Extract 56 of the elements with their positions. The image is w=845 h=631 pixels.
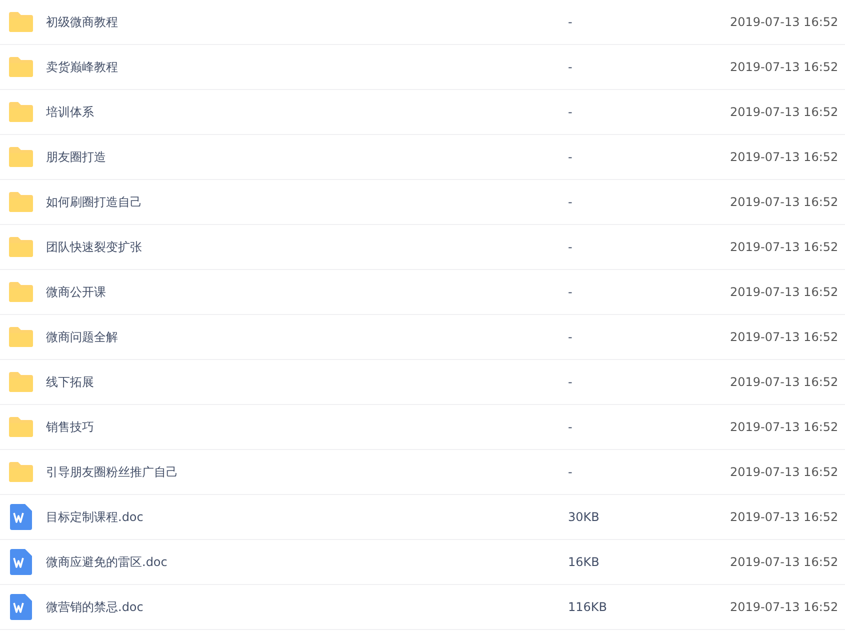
file-size: 116KB	[568, 600, 608, 614]
file-size: -	[568, 195, 572, 209]
file-name[interactable]: 卖货巅峰教程	[46, 60, 118, 74]
modified-date: 2019-07-13 16:52	[730, 15, 838, 29]
file-name[interactable]: 微商问题全解	[46, 330, 118, 344]
modified-date: 2019-07-13 16:52	[730, 240, 838, 254]
file-name[interactable]: 微商公开课	[46, 284, 106, 298]
folder-icon	[8, 326, 34, 348]
modified-date: 2019-07-13 16:52	[730, 105, 838, 119]
modified-date: 2019-07-13 16:52	[730, 465, 838, 479]
file-name[interactable]: 培训体系	[46, 104, 94, 118]
file-size: -	[568, 330, 572, 344]
file-name[interactable]: 初级微商教程	[46, 14, 118, 28]
folder-icon	[8, 101, 34, 123]
file-name[interactable]: 线下拓展	[46, 374, 94, 388]
file-size: -	[568, 60, 572, 74]
file-size: 16KB	[568, 555, 600, 569]
file-name[interactable]: 微营销的禁忌.doc	[46, 600, 144, 614]
modified-date: 2019-07-13 16:52	[730, 60, 838, 74]
file-size: -	[568, 420, 572, 434]
word-document-icon	[10, 549, 32, 575]
folder-icon	[8, 56, 34, 78]
file-name[interactable]: 团队快速裂变扩张	[46, 240, 142, 254]
folder-icon	[8, 416, 34, 438]
folder-icon	[8, 461, 34, 483]
file-name[interactable]: 如何刷圈打造自己	[46, 194, 142, 208]
word-document-icon	[10, 594, 32, 620]
word-document-icon	[10, 504, 32, 530]
folder-icon	[8, 281, 34, 303]
folder-icon	[8, 11, 34, 33]
modified-date: 2019-07-13 16:52	[730, 375, 838, 389]
file-name[interactable]: 引导朋友圈粉丝推广自己	[46, 464, 178, 478]
modified-date: 2019-07-13 16:52	[730, 285, 838, 299]
modified-date: 2019-07-13 16:52	[730, 420, 838, 434]
modified-date: 2019-07-13 16:52	[730, 150, 838, 164]
modified-date: 2019-07-13 16:52	[730, 195, 838, 209]
file-size: -	[568, 375, 572, 389]
file-name[interactable]: 销售技巧	[46, 420, 94, 434]
file-size: -	[568, 15, 572, 29]
file-size: -	[568, 150, 572, 164]
folder-icon	[8, 191, 34, 213]
file-size: 30KB	[568, 510, 600, 524]
folder-icon	[8, 146, 34, 168]
modified-date: 2019-07-13 16:52	[730, 510, 838, 524]
modified-date: 2019-07-13 16:52	[730, 600, 838, 614]
file-size: -	[568, 465, 572, 479]
file-size: -	[568, 105, 572, 119]
modified-date: 2019-07-13 16:52	[730, 330, 838, 344]
file-name[interactable]: 朋友圈打造	[46, 150, 106, 164]
file-size: -	[568, 240, 572, 254]
folder-icon	[8, 236, 34, 258]
file-name[interactable]: 微商应避免的雷区.doc	[46, 554, 168, 568]
file-name[interactable]: 目标定制课程.doc	[46, 510, 144, 524]
folder-icon	[8, 371, 34, 393]
file-size: -	[568, 285, 572, 299]
modified-date: 2019-07-13 16:52	[730, 555, 838, 569]
